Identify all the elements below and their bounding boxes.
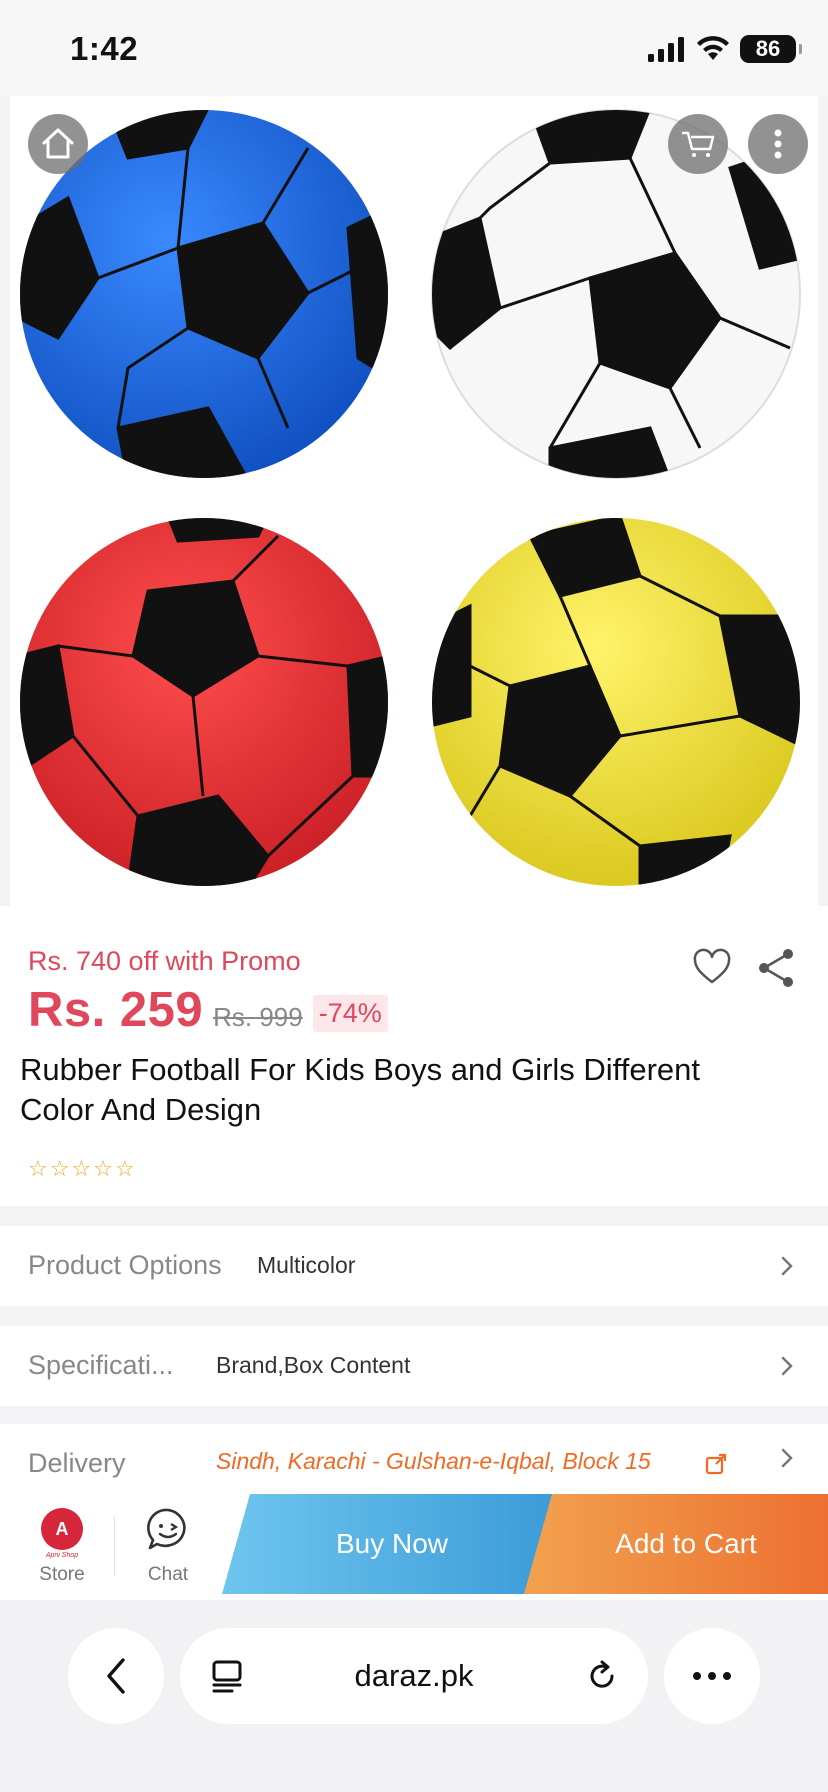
price-row: Rs. 259 Rs. 999 -74%	[28, 982, 388, 1038]
more-vertical-icon	[774, 129, 782, 159]
cart-icon	[682, 131, 715, 157]
wifi-icon	[697, 36, 729, 60]
more-horizontal-icon	[693, 1672, 731, 1680]
product-title: Rubber Football For Kids Boys and Girls …	[20, 1052, 701, 1127]
signal-icon	[648, 37, 684, 62]
status-icons: 86	[648, 34, 802, 64]
battery-level: 86	[755, 36, 781, 61]
delivery-row[interactable]: Delivery Sindh, Karachi - Gulshan-e-Iqba…	[0, 1424, 828, 1504]
product-options-value: Multicolor	[257, 1252, 356, 1278]
reload-icon[interactable]	[584, 1658, 620, 1694]
url-text: daraz.pk	[354, 1658, 474, 1693]
delivery-location: Sindh, Karachi - Gulshan-e-Iqbal, Block …	[216, 1448, 651, 1474]
add-to-cart-button[interactable]: Add to Cart	[524, 1494, 828, 1594]
chat-icon	[147, 1508, 186, 1550]
bottom-action-bar: A Apni Shop Store Chat Buy Now Add to Ca…	[0, 1494, 828, 1600]
home-button[interactable]	[28, 114, 88, 174]
cart-button[interactable]	[668, 114, 728, 174]
store-logo-name: Apni Shop	[45, 1552, 79, 1559]
status-bar: 1:42 86	[0, 0, 828, 96]
product-image-gallery[interactable]	[10, 96, 818, 906]
star-icon: ☆	[28, 1156, 48, 1181]
star-icon: ☆	[49, 1156, 70, 1181]
product-options-label: Product Options	[28, 1250, 222, 1280]
chat-button[interactable]: Chat	[128, 1502, 208, 1592]
chevron-right-icon	[781, 1356, 793, 1376]
promo-text[interactable]: Rs. 740 off with Promo	[28, 946, 301, 977]
wishlist-heart-icon[interactable]	[690, 946, 734, 990]
chat-label: Chat	[147, 1564, 189, 1585]
product-image-red-ball	[20, 518, 388, 886]
address-bar[interactable]: daraz.pk	[180, 1628, 648, 1724]
specifications-row[interactable]: Specificati... Brand,Box Content	[0, 1326, 828, 1406]
store-label: Store	[39, 1564, 85, 1585]
store-logo: A	[41, 1508, 83, 1550]
status-time: 1:42	[70, 30, 139, 67]
share-icon[interactable]	[754, 946, 798, 990]
product-options-row[interactable]: Product Options Multicolor	[0, 1226, 828, 1306]
discount-badge: -74%	[312, 995, 388, 1032]
back-button[interactable]	[68, 1628, 164, 1724]
divider	[114, 1516, 115, 1576]
product-info: Rs. 740 off with Promo Rs. 259 Rs. 999 -…	[0, 906, 828, 1206]
delivery-label: Delivery	[28, 1448, 126, 1478]
specifications-label: Specificati...	[28, 1350, 174, 1380]
specifications-value: Brand,Box Content	[216, 1352, 411, 1378]
chevron-right-icon	[781, 1256, 793, 1276]
chevron-right-icon	[781, 1448, 793, 1468]
original-price: Rs. 999	[213, 1002, 303, 1032]
more-options-button[interactable]	[748, 114, 808, 174]
browser-toolbar: daraz.pk	[0, 1600, 828, 1792]
product-image-white-ball	[431, 109, 801, 479]
buy-now-button[interactable]: Buy Now	[222, 1494, 562, 1594]
current-price: Rs. 259	[28, 983, 204, 1037]
star-icon: ☆	[114, 1156, 135, 1181]
star-icon: ☆	[93, 1156, 113, 1181]
star-icon: ☆	[71, 1156, 92, 1181]
home-icon	[42, 128, 74, 159]
rating-stars[interactable]: ☆ ☆ ☆ ☆ ☆	[28, 1156, 135, 1182]
store-button[interactable]: A Apni Shop Store	[22, 1502, 102, 1592]
chevron-left-icon	[107, 1658, 125, 1694]
battery-icon: 86	[740, 35, 802, 63]
more-menu-button[interactable]	[664, 1628, 760, 1724]
product-image-yellow-ball	[432, 518, 800, 886]
location-edit-icon	[705, 1453, 727, 1475]
